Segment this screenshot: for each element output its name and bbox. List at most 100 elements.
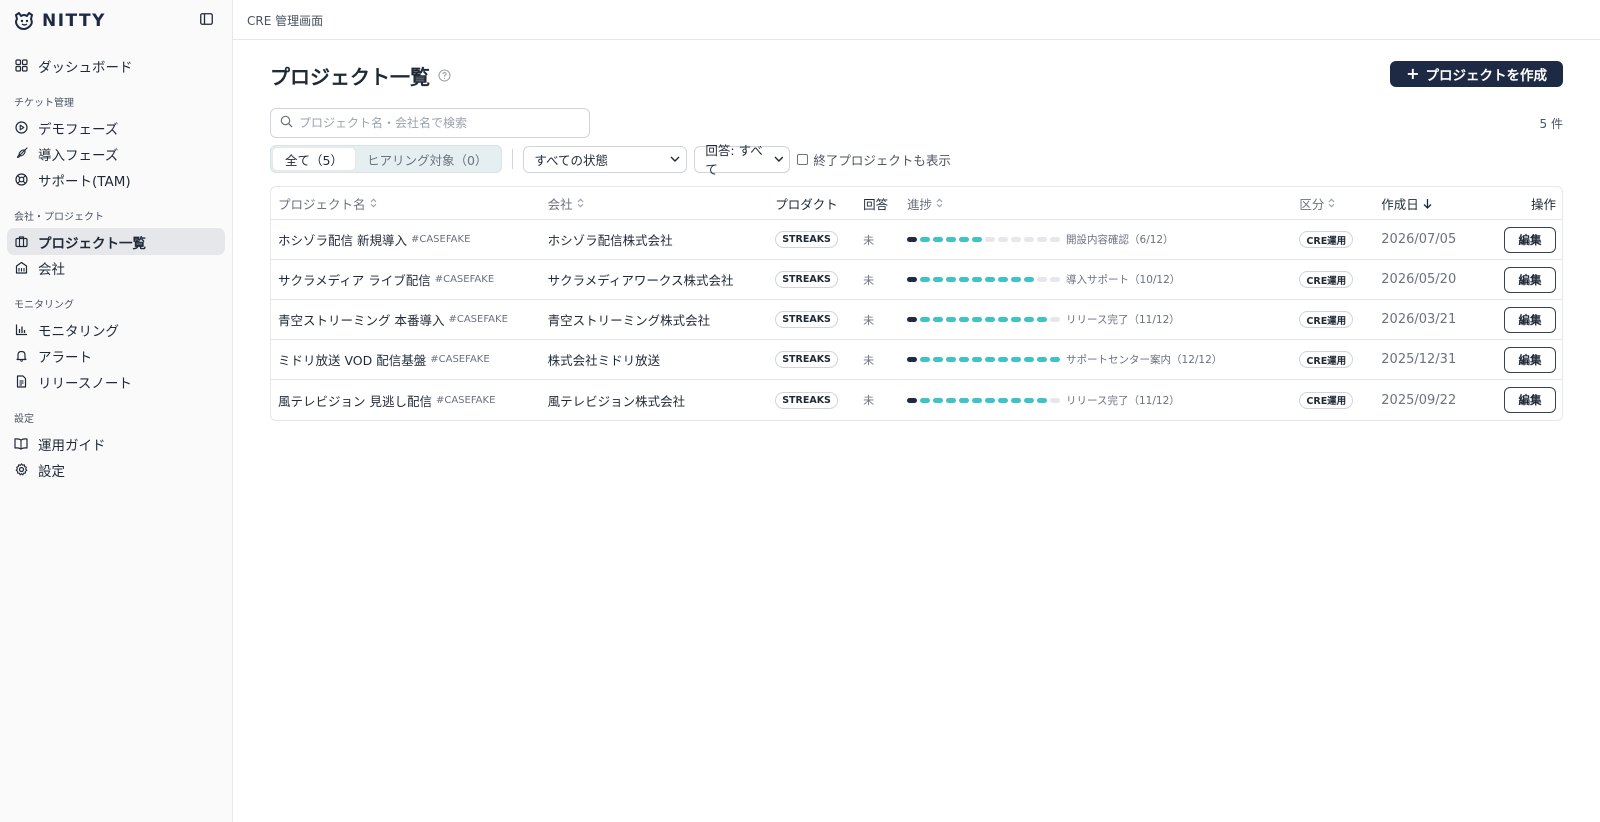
edit-button[interactable]: 編集 [1504,266,1557,293]
answer-cell: 未 [863,232,907,248]
edit-button[interactable]: 編集 [1504,387,1557,413]
progress-segment [998,237,1009,242]
edit-button[interactable]: 編集 [1504,306,1557,333]
sidebar-item-settings[interactable]: 設定 [7,456,225,483]
category-cell: CRE運用 [1299,231,1381,248]
sidebar-item-operation-guide[interactable]: 運用ガイド [7,430,225,457]
answer-status: 未 [863,353,875,367]
edit-button[interactable]: 編集 [1504,226,1557,253]
topbar-title: CRE 管理画面 [247,14,324,28]
answer-status: 未 [863,313,875,327]
progress-segment [1024,317,1035,322]
edit-button[interactable]: 編集 [1504,346,1557,373]
progress-segment [1011,397,1022,403]
sidebar-item-support-tam[interactable]: サポート(TAM) [7,166,225,193]
segment-all[interactable]: 全て（5） [273,148,355,170]
sidebar-item-company[interactable]: 会社 [7,254,225,281]
progress-segment [1037,397,1048,403]
product-cell: STREAKS [775,231,863,248]
brand[interactable]: NITTY [12,10,106,32]
category-badge: CRE運用 [1299,271,1354,288]
progress-segment [998,317,1009,322]
progress-segment [1024,237,1035,242]
sidebar-item-onboarding-phase[interactable]: 導入フェーズ [7,140,225,167]
search-input[interactable] [299,116,569,130]
progress-segment [933,397,944,403]
plus-icon: + [1406,64,1420,83]
table-row: ホシゾラ配信 新規導入 #CASEFAKE ホシゾラ配信株式会社 STREAKS… [271,220,1562,260]
progress-bar [907,237,1061,242]
column-header-answer: 回答 [863,196,889,212]
table-header: プロジェクト名 会社 プロダクト 回答 進捗 区分 作成日 操作 [271,187,1562,220]
status-select-value: すべての状態 [534,152,609,168]
sidebar-item-dashboard[interactable]: ダッシュボード [7,52,225,79]
project-cell[interactable]: ミドリ放送 VOD 配信基盤 #CASEFAKE [271,350,548,369]
answer-status: 未 [863,233,875,247]
category-cell: CRE運用 [1299,271,1381,288]
progress-segment [920,397,931,403]
project-cell[interactable]: 青空ストリーミング 本番導入 #CASEFAKE [271,310,548,329]
created-cell: 2026/03/21 [1381,312,1493,327]
company-cell: ホシゾラ配信株式会社 [547,233,673,248]
progress-label: 開設内容確認（6/12） [1066,234,1174,246]
progress-segment [985,317,996,322]
nav-section-title-settings: 設定 [14,414,34,425]
column-header-category[interactable]: 区分 [1299,194,1381,213]
category-badge: CRE運用 [1299,391,1354,409]
category-cell: CRE運用 [1299,391,1381,409]
progress-segment [985,237,996,242]
progress-segment [1037,357,1048,362]
sidebar-item-label: リリースノート [38,375,132,392]
file-text-icon [14,375,28,389]
sidebar-item-label: ダッシュボード [38,59,133,76]
progress-bar [907,357,1061,362]
sidebar-toggle-icon [199,13,213,25]
progress-bar [907,277,1061,282]
project-cell[interactable]: ホシゾラ配信 新規導入 #CASEFAKE [271,230,548,249]
actions-cell: 編集 [1493,226,1562,253]
sidebar: NITTY ダッシュボード チケット管理 デモフェーズ 導入フェーズ サポート(… [0,0,233,822]
product-badge: STREAKS [775,391,838,409]
progress-segment [920,237,931,242]
created-date: 2026/03/21 [1381,312,1457,327]
sidebar-item-monitoring[interactable]: モニタリング [7,316,225,343]
column-header-company[interactable]: 会社 [548,194,776,213]
product-badge: STREAKS [775,311,838,328]
progress-segment [1024,397,1035,403]
page-title-row: プロジェクト一覧 [270,60,451,90]
status-select[interactable]: すべての状態 [523,145,688,173]
sidebar-toggle-button[interactable] [198,11,214,27]
column-header-progress[interactable]: 進捗 [907,194,1299,213]
column-header-project[interactable]: プロジェクト名 [271,194,548,213]
show-finished-toggle[interactable]: 終了プロジェクトも表示 [797,150,951,169]
project-cell[interactable]: サクラメディア ライブ配信 #CASEFAKE [271,270,548,289]
segment-hearing-target[interactable]: ヒアリング対象（0） [355,148,499,170]
help-icon[interactable] [438,68,451,82]
project-tag: #CASEFAKE [430,354,490,365]
created-date: 2026/07/05 [1381,232,1457,247]
progress-segment [998,277,1009,282]
progress-segment [1024,357,1035,362]
product-cell: STREAKS [775,391,863,409]
created-cell: 2026/07/05 [1381,232,1493,247]
actions-cell: 編集 [1493,266,1562,293]
sidebar-item-release-notes[interactable]: リリースノート [7,368,225,395]
sidebar-item-label: 設定 [38,463,65,480]
filter-divider [512,149,514,169]
progress-segment [1050,397,1061,403]
gear-icon [14,463,28,477]
column-header-actions: 操作 [1531,196,1557,212]
show-finished-checkbox[interactable] [797,153,809,165]
column-header-created[interactable]: 作成日 [1381,194,1493,213]
sidebar-item-project-list[interactable]: プロジェクト一覧 [7,228,225,255]
progress-segment [907,397,918,403]
project-cell[interactable]: 風テレビジョン 見逃し配信 #CASEFAKE [271,391,548,410]
sidebar-item-alerts[interactable]: アラート [7,342,225,369]
create-project-button[interactable]: + プロジェクトを作成 [1390,61,1563,87]
answer-select[interactable]: 回答: すべて [694,143,791,177]
category-cell: CRE運用 [1299,311,1381,328]
sidebar-item-demo-phase[interactable]: デモフェーズ [7,114,225,141]
search-box[interactable] [270,108,590,138]
project-name: ホシゾラ配信 新規導入 [278,233,407,248]
actions-cell: 編集 [1493,346,1562,373]
